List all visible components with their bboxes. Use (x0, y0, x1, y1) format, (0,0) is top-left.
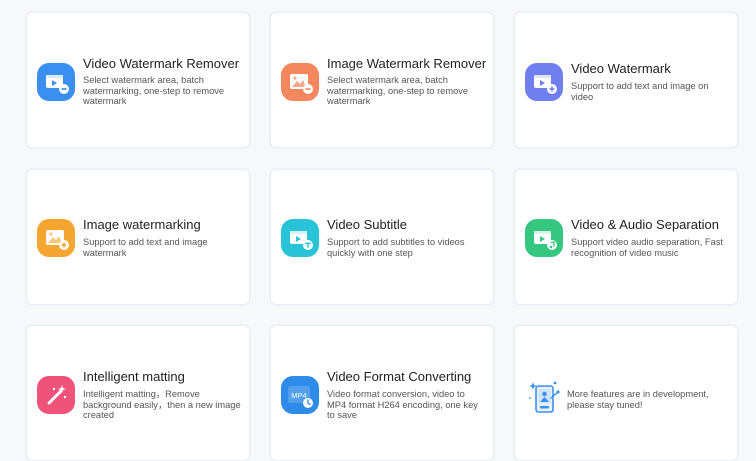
card-title: Video Format Converting (327, 369, 472, 384)
card-description: Support to add text and image watermark (83, 237, 208, 258)
magic-wand-icon (37, 376, 75, 414)
card-description: Video format conversion, video to MP4 fo… (327, 389, 478, 421)
card-description: Support to add text and image on video (571, 81, 709, 102)
video-add-watermark-icon (525, 63, 563, 101)
card-video-watermark[interactable]: Video Watermark Support to add text and … (514, 12, 738, 148)
card-image-watermark-remover[interactable]: Image Watermark Remover Select watermark… (270, 12, 494, 148)
card-title: Video Subtitle (327, 217, 407, 232)
card-title: Intelligent matting (83, 369, 185, 384)
card-description: Select watermark area, batch watermarkin… (83, 75, 225, 107)
card-intelligent-matting[interactable]: Intelligent matting Intelligent matting，… (26, 325, 250, 461)
card-title: Video Watermark Remover (83, 56, 240, 71)
video-remove-icon (37, 63, 75, 101)
card-title: Image watermarking (83, 217, 201, 232)
card-more-features: More features are in development, please… (514, 325, 738, 461)
card-title: Video & Audio Separation (571, 217, 719, 232)
card-description: Support video audio separation, Fast rec… (571, 237, 723, 258)
more-features-description: More features are in development, please… (567, 389, 709, 410)
card-description: Select watermark area, batch watermarkin… (327, 75, 469, 107)
card-video-watermark-remover[interactable]: Video Watermark Remover Select watermark… (26, 12, 250, 148)
mp4-convert-icon: MP4 (281, 376, 319, 414)
card-video-subtitle[interactable]: Video Subtitle Support to add subtitles … (270, 169, 494, 305)
image-add-watermark-icon (37, 219, 75, 257)
in-development-icon (525, 378, 563, 416)
card-video-audio-separation[interactable]: Video & Audio Separation Support video a… (514, 169, 738, 305)
card-image-watermarking[interactable]: Image watermarking Support to add text a… (26, 169, 250, 305)
card-title: Video Watermark (571, 61, 671, 76)
card-description: Support to add subtitles to videos quick… (327, 237, 465, 258)
card-description: Intelligent matting，Remove background ea… (83, 389, 241, 421)
card-title: Image Watermark Remover (327, 56, 487, 71)
feature-grid: Video Watermark Remover Select watermark… (0, 0, 756, 461)
mp4-badge: MP4 (291, 391, 306, 400)
video-audio-separation-icon (525, 219, 563, 257)
image-remove-icon (281, 63, 319, 101)
card-video-format-converting[interactable]: MP4 Video Format Converting Video format… (270, 325, 494, 461)
video-subtitle-icon (281, 219, 319, 257)
